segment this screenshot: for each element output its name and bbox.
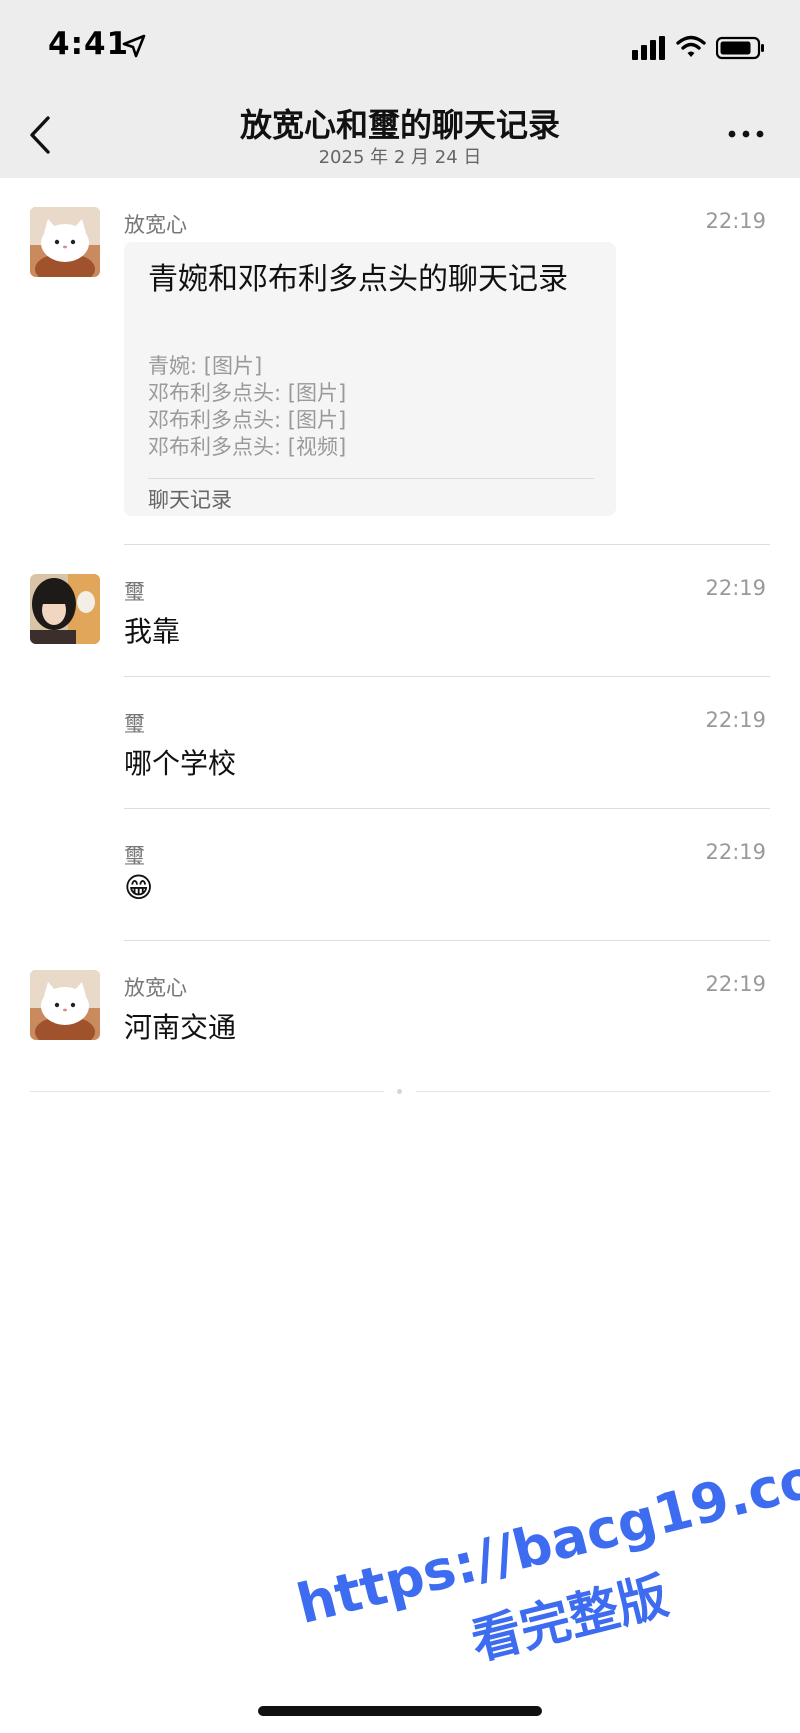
message-time: 22:19	[705, 972, 766, 996]
message-item: 璽 22:19 我靠	[0, 545, 800, 677]
end-divider-right	[416, 1091, 770, 1092]
more-options-icon[interactable]	[726, 124, 766, 144]
page-title: 放宽心和璽的聊天记录	[239, 106, 560, 144]
sender-name: 放宽心	[124, 976, 187, 1000]
cellular-signal-icon	[632, 36, 665, 60]
end-divider-left	[30, 1091, 384, 1092]
chat-record-line: 邓布利多点头: [图片]	[148, 381, 347, 405]
chat-record-divider	[148, 478, 594, 479]
message-time: 22:19	[705, 708, 766, 732]
message-text[interactable]: 哪个学校	[124, 742, 236, 782]
message-text[interactable]: 我靠	[124, 610, 180, 650]
status-time: 4:41	[48, 26, 130, 62]
chat-record-footer: 聊天记录	[148, 488, 232, 512]
avatar-cat[interactable]	[30, 207, 100, 277]
message-text[interactable]: 河南交通	[124, 1006, 236, 1046]
message-time: 22:19	[705, 576, 766, 600]
message-item: 璽 22:19 😁	[0, 809, 800, 941]
page-date: 2025 年 2 月 24 日	[318, 147, 482, 168]
sender-name: 放宽心	[124, 213, 187, 237]
chat-record-line: 青婉: [图片]	[148, 354, 263, 378]
nav-bar: 放宽心和璽的聊天记录 2025 年 2 月 24 日	[0, 90, 800, 178]
end-divider-dot	[397, 1089, 402, 1094]
avatar-cat[interactable]	[30, 970, 100, 1040]
message-item: 璽 22:19 哪个学校	[0, 677, 800, 809]
grinning-emoji[interactable]: 😁	[124, 871, 153, 904]
message-time: 22:19	[705, 840, 766, 864]
watermark: https://bacg19.com 看完整版	[281, 1410, 800, 1733]
chat-record-title: 青婉和邓布利多点头的聊天记录	[148, 262, 568, 297]
chat-record-line: 邓布利多点头: [图片]	[148, 408, 347, 432]
message-item: 放宽心 22:19 青婉和邓布利多点头的聊天记录 青婉: [图片] 邓布利多点头…	[0, 178, 800, 545]
location-arrow-icon	[122, 34, 146, 58]
sender-name: 璽	[124, 712, 145, 736]
status-bar: 4:41	[0, 0, 800, 90]
battery-icon	[716, 36, 764, 60]
wifi-icon	[676, 35, 706, 57]
home-indicator[interactable]	[258, 1706, 542, 1716]
message-time: 22:19	[705, 209, 766, 233]
sender-name: 璽	[124, 844, 145, 868]
sender-name: 璽	[124, 580, 145, 604]
avatar-girl[interactable]	[30, 574, 100, 644]
chat-record-card[interactable]: 青婉和邓布利多点头的聊天记录 青婉: [图片] 邓布利多点头: [图片] 邓布利…	[124, 242, 616, 516]
chat-record-line: 邓布利多点头: [视频]	[148, 435, 347, 459]
message-item: 放宽心 22:19 河南交通	[0, 941, 800, 1073]
